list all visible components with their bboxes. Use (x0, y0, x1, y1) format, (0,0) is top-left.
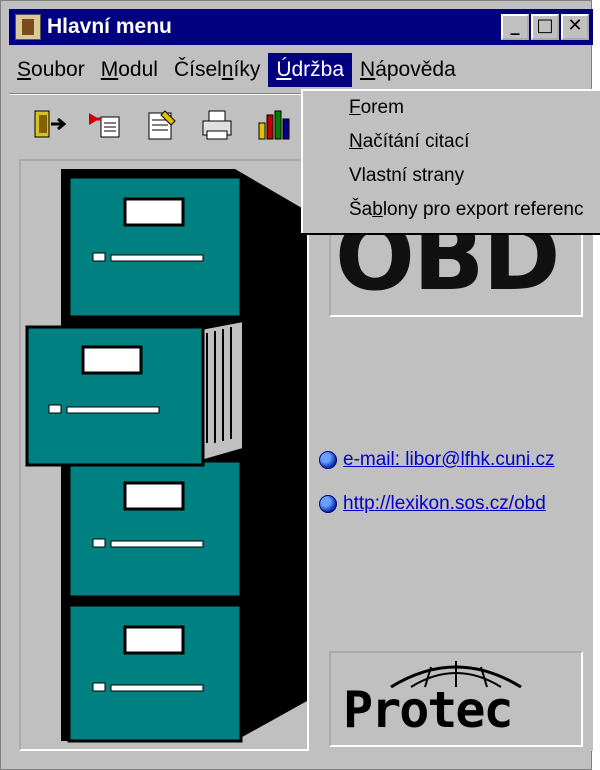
maximize-button[interactable]: □ (531, 14, 559, 40)
filing-cabinet-illustration (25, 169, 307, 743)
menu-udrzba[interactable]: Údržba (268, 53, 353, 87)
menu-napoveda[interactable]: Nápověda (352, 53, 464, 87)
chart-icon[interactable] (255, 107, 293, 143)
web-link[interactable]: http://lexikon.sos.cz/obd (319, 493, 546, 515)
protec-logo: Protec (343, 681, 514, 739)
email-link[interactable]: e-mail: libor@lfhk.cuni.cz (319, 449, 554, 471)
globe-icon (319, 451, 337, 469)
right-panel: OBD e-mail: libor@lfhk.cuni.cz http://le… (313, 159, 593, 751)
menu-modul[interactable]: Modul (93, 53, 166, 87)
cabinet-panel (19, 159, 309, 751)
udrzba-dropdown-menu: Forem Načítání citací Vlastní strany Šab… (301, 89, 600, 233)
protec-logo-frame: Protec (329, 651, 583, 747)
close-button[interactable]: ✕ (561, 14, 589, 40)
exit-door-icon[interactable] (31, 107, 69, 143)
window-controls: _ □ ✕ (501, 14, 589, 40)
minimize-button[interactable]: _ (501, 14, 529, 40)
notepad-icon[interactable] (143, 107, 181, 143)
menu-ciselniky[interactable]: Číselníky (166, 53, 268, 87)
globe-icon (319, 495, 337, 513)
menu-soubor[interactable]: Soubor (9, 53, 93, 87)
main-window: Hlavní menu _ □ ✕ Soubor Modul Číselníky… (0, 0, 600, 770)
import-icon[interactable] (87, 107, 125, 143)
menu-item-nacitani-citaci[interactable]: Načítání citací (303, 125, 600, 159)
menu-bar: Soubor Modul Číselníky Údržba Nápověda (9, 53, 593, 87)
menu-item-forem[interactable]: Forem (303, 91, 600, 125)
title-bar[interactable]: Hlavní menu _ □ ✕ (9, 9, 593, 45)
window-title: Hlavní menu (47, 15, 172, 38)
email-link-text[interactable]: e-mail: libor@lfhk.cuni.cz (343, 449, 554, 471)
app-icon (15, 14, 41, 40)
print-icon[interactable] (199, 107, 237, 143)
web-link-text[interactable]: http://lexikon.sos.cz/obd (343, 493, 546, 515)
toolbar (31, 105, 293, 145)
menu-item-sablony-export[interactable]: Šablony pro export referenc (303, 193, 600, 227)
menu-item-vlastni-strany[interactable]: Vlastní strany (303, 159, 600, 193)
